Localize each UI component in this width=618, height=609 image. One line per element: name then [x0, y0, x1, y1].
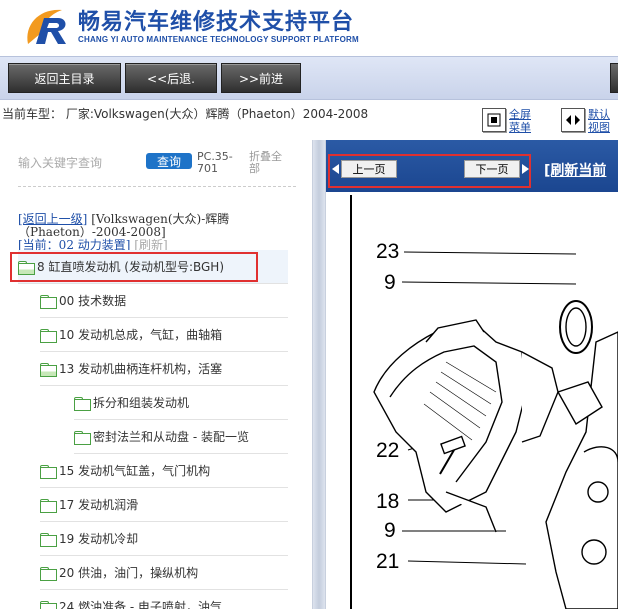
app-header: 畅易汽车维修技术支持平台 CHANG YI AUTO MAINTENANCE T…: [0, 0, 618, 56]
fullscreen-menu-label: 全屏菜单: [509, 108, 531, 134]
current-vehicle: 当前车型： 厂家:Volkswagen(大众）辉腾（Phaeton）2004-2…: [2, 107, 369, 121]
tree-item-cooling[interactable]: 19 发动机冷却: [40, 522, 288, 556]
catalog-panel: 输入关键字查询 查询 PC.35-701 折叠全部 [返回上一级] [Volks…: [0, 140, 312, 609]
diagram-label: 21: [376, 550, 399, 573]
tree-item-label: 19 发动机冷却: [59, 532, 139, 546]
forward-button[interactable]: >>前进: [221, 63, 301, 93]
diagram-label: 23: [376, 240, 399, 263]
pc-code: PC.35-701: [197, 150, 233, 175]
tree-item-lubrication[interactable]: 17 发动机润滑: [40, 488, 288, 522]
search-button[interactable]: 查询: [146, 153, 192, 169]
fullscreen-menu-button[interactable]: 全屏菜单: [482, 108, 535, 138]
diagram-label: 9: [384, 271, 396, 294]
page-navigation-bar: 上一页 下一页 [刷新当前: [326, 140, 618, 192]
search-input[interactable]: 输入关键字查询: [18, 154, 102, 171]
tree-item-technical-data[interactable]: 00 技术数据: [40, 284, 288, 318]
app-subtitle: CHANG YI AUTO MAINTENANCE TECHNOLOGY SUP…: [78, 35, 359, 44]
toolbar-extra-button[interactable]: [610, 63, 618, 93]
folder-icon: [40, 600, 57, 609]
diagram-label: 18: [376, 490, 399, 513]
folder-icon: [74, 396, 91, 411]
folder-icon: [40, 464, 57, 479]
tree-item-crank-mechanism[interactable]: 13 发动机曲柄连杆机构，活塞: [40, 352, 288, 386]
tree-item-cylinder-head[interactable]: 15 发动机气缸盖，气门机构: [40, 454, 288, 488]
tree-item-label: 17 发动机润滑: [59, 498, 139, 512]
collapse-all-button[interactable]: 折叠全部: [249, 151, 289, 175]
tree-item-fuel-supply[interactable]: 20 供油，油门，操纵机构: [40, 556, 288, 590]
breadcrumb-up-link[interactable]: [返回上一级]: [18, 212, 87, 226]
vehicle-info-bar: 当前车型： 厂家:Volkswagen(大众）辉腾（Phaeton）2004-2…: [0, 100, 618, 140]
tree-item-fuel-injection[interactable]: 24 燃油准备 - 电子喷射，油气: [40, 590, 288, 609]
folder-icon: [40, 566, 57, 581]
folder-icon: [40, 328, 57, 343]
tree-item-disassemble-engine[interactable]: 拆分和组装发动机: [74, 386, 288, 420]
folder-icon: [40, 498, 57, 513]
divider: [18, 186, 296, 187]
engine-parts-diagram: 23 9 22 18 9 21: [326, 192, 618, 609]
panel-splitter[interactable]: [312, 140, 326, 609]
tree-item-label: 00 技术数据: [59, 294, 127, 308]
logo-icon: [27, 9, 66, 44]
split-view-icon: [561, 108, 585, 132]
pager-highlight: [328, 154, 531, 188]
refresh-current-link[interactable]: [刷新当前: [544, 160, 606, 180]
folder-icon: [40, 294, 57, 309]
tree-item-label: 13 发动机曲柄连杆机构，活塞: [59, 362, 223, 376]
folder-open-icon: [40, 362, 57, 377]
back-main-menu-button[interactable]: 返回主目录: [8, 63, 121, 93]
diagram-panel: 上一页 下一页 [刷新当前 23 9 22 18 9 21: [326, 140, 618, 609]
main-toolbar: 返回主目录 <<后退. >>前进: [0, 56, 618, 100]
breadcrumb: [返回上一级] [Volkswagen(大众)-辉腾（Phaeton）-2004…: [18, 213, 298, 252]
tree-item-sealing-flange[interactable]: 密封法兰和从动盘 - 装配一览: [74, 420, 288, 454]
tree-item-label: 10 发动机总成，气缸，曲轴箱: [59, 328, 223, 342]
tree-item-label: 密封法兰和从动盘 - 装配一览: [93, 430, 249, 444]
default-view-button[interactable]: 默认视图: [561, 108, 614, 138]
diagram-label: 9: [384, 519, 396, 542]
default-view-label: 默认视图: [588, 108, 610, 134]
tree-item-label: 20 供油，油门，操纵机构: [59, 566, 199, 580]
tree-item-label: 拆分和组装发动机: [93, 396, 190, 410]
folder-icon: [40, 532, 57, 547]
tree-item-engine-assembly[interactable]: 10 发动机总成，气缸，曲轴箱: [40, 318, 288, 352]
splitter-grip[interactable]: [313, 140, 325, 609]
tree-item-label: 15 发动机气缸盖，气门机构: [59, 464, 211, 478]
fullscreen-icon: [482, 108, 506, 132]
back-button[interactable]: <<后退.: [125, 63, 217, 93]
tree-item-label: 24 燃油准备 - 电子喷射，油气: [59, 600, 223, 609]
diagram-label: 22: [376, 439, 399, 462]
folder-icon: [74, 430, 91, 445]
app-title: 畅易汽车维修技术支持平台: [78, 10, 355, 35]
selection-highlight: [10, 252, 258, 282]
